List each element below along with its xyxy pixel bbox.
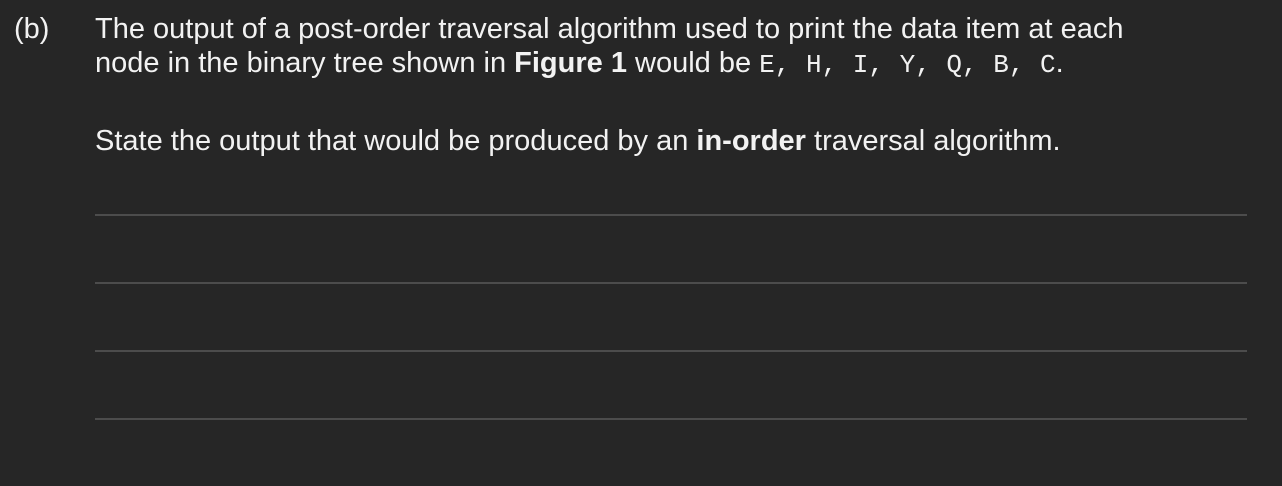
question-line-2-mid: would be xyxy=(626,47,760,79)
answer-line-4[interactable] xyxy=(95,418,1247,420)
figure-reference: Figure 1 xyxy=(514,47,627,79)
question-instruction: State the output that would be produced … xyxy=(95,124,1255,158)
answer-line-3[interactable] xyxy=(95,350,1247,352)
question-line-2-end: . xyxy=(1055,47,1064,79)
answer-line-1[interactable] xyxy=(95,214,1247,216)
exam-question-page: (b) The output of a post-order traversal… xyxy=(0,0,1282,480)
question-line-1: The output of a post-order traversal alg… xyxy=(95,13,1124,45)
question-line-2-start: node in the binary tree shown in xyxy=(95,47,515,79)
question-part-label: (b) xyxy=(14,13,50,45)
instruction-end: traversal algorithm. xyxy=(805,125,1061,157)
answer-area[interactable] xyxy=(95,214,1247,486)
instruction-emphasis: in-order xyxy=(696,125,806,157)
question-content: The output of a post-order traversal alg… xyxy=(95,12,1255,158)
traversal-sequence: E, H, I, Y, Q, B, C xyxy=(759,50,1056,80)
answer-line-2[interactable] xyxy=(95,282,1247,284)
question-stem: The output of a post-order traversal alg… xyxy=(95,12,1255,82)
instruction-start: State the output that would be produced … xyxy=(95,125,697,157)
